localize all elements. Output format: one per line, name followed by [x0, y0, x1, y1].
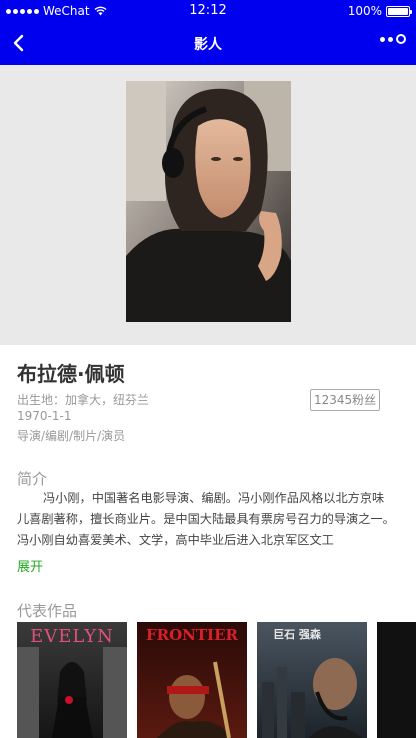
status-bar: WeChat 12:12 100%: [0, 0, 416, 22]
poster-evelyn[interactable]: EVELYN: [17, 622, 127, 738]
person-name: 布拉德·佩顿: [17, 362, 125, 386]
intro-text: 冯小刚，中国著名电影导演、编剧。冯小刚作品风格以北方京味儿喜剧著称，擅长商业片。…: [17, 491, 395, 547]
poster-frontier[interactable]: FRONTIER: [137, 622, 247, 738]
works-title: 代表作品: [17, 602, 78, 620]
fans-badge[interactable]: 12345粉丝: [310, 389, 381, 411]
page-title: 影人: [194, 37, 222, 53]
expand-link[interactable]: 展开: [17, 556, 43, 575]
battery-percent: 100%: [347, 4, 382, 18]
roles: 导演/编剧/制片/演员: [17, 429, 126, 443]
nav-bar: 影人: [0, 22, 416, 65]
status-right: 100%: [347, 4, 412, 18]
birthdate: 1970-1-1: [17, 409, 72, 423]
works-list: EVELYN FRONTIER 巨石 强森: [17, 622, 416, 738]
battery-fill: [388, 7, 408, 15]
person-photo[interactable]: [126, 81, 291, 322]
poster-partial[interactable]: [377, 622, 416, 738]
intro-title: 简介: [17, 470, 48, 488]
poster-rock[interactable]: 巨石 强森: [257, 622, 367, 738]
hero-banner: [0, 65, 416, 345]
more-menu-icon[interactable]: [380, 34, 406, 44]
birthplace: 出生地：加拿大，纽芬兰: [17, 393, 150, 407]
battery-icon: [386, 5, 412, 17]
